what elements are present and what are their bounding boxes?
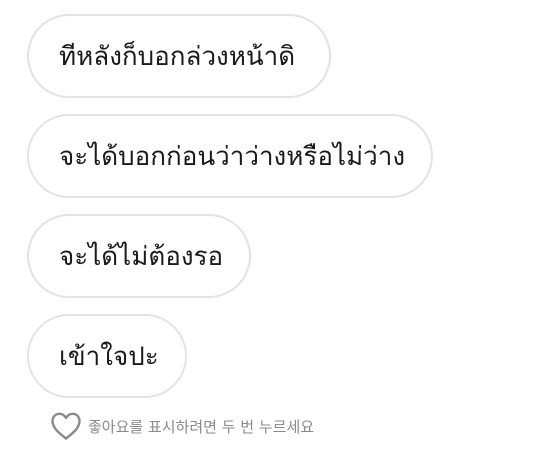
like-hint: 좋아요를 표시하려면 두 번 누르세요 bbox=[50, 410, 314, 442]
chat-thread: ทีหลังก็บอกล่วงหน้าดิ จะได้บอกก่อนว่าว่า… bbox=[0, 0, 544, 460]
message-text: ทีหลังก็บอกล่วงหน้าดิ bbox=[59, 41, 296, 72]
heart-outline-icon[interactable] bbox=[50, 411, 82, 441]
message-text: จะได้บอกก่อนว่าว่างหรือไม่ว่าง bbox=[59, 141, 406, 172]
message-bubble[interactable]: ทีหลังก็บอกล่วงหน้าดิ bbox=[27, 14, 331, 98]
message-bubble[interactable]: เข้าใจปะ bbox=[27, 314, 187, 398]
message-bubble[interactable]: จะได้ไม่ต้องรอ bbox=[27, 214, 251, 298]
message-text: จะได้ไม่ต้องรอ bbox=[59, 241, 224, 272]
message-text: เข้าใจปะ bbox=[59, 341, 159, 372]
like-hint-text: 좋아요를 표시하려면 두 번 누르세요 bbox=[88, 417, 315, 436]
message-bubble[interactable]: จะได้บอกก่อนว่าว่างหรือไม่ว่าง bbox=[27, 114, 433, 198]
